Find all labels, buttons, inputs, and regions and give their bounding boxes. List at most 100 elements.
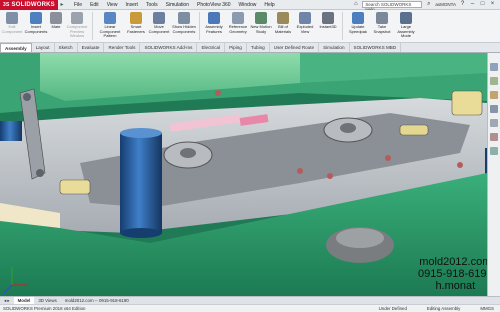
ribbon-button-label: Instant3D <box>319 24 337 29</box>
menu-view[interactable]: View <box>103 2 122 8</box>
ribbon-button-bill-of-materials[interactable]: Bill of Materials <box>272 10 294 42</box>
chevron-right-icon[interactable]: ▸ <box>58 1 66 8</box>
ribbon-button-label: Mate <box>51 24 61 29</box>
exploded-view-icon <box>299 12 311 24</box>
command-tab-bar: Assembly Layout Sketch Evaluate Render Tools… <box>0 43 500 53</box>
minimize-icon[interactable]: – <box>469 1 476 8</box>
slider-core-left <box>180 148 196 158</box>
ribbon-button-reference-geometry[interactable]: Reference Geometry <box>226 10 250 42</box>
ribbon-button-insert-components[interactable]: Insert Components <box>24 10 48 42</box>
reference-geometry-icon <box>232 12 244 24</box>
ribbon-button-label: Large Assembly Mode <box>397 24 415 39</box>
graphics-viewport[interactable] <box>0 53 487 296</box>
menu-simulation[interactable]: Simulation <box>162 2 193 8</box>
ribbon-button-show-hidden-components[interactable]: Show Hidden Components <box>171 10 197 42</box>
units-selector[interactable]: MMGS <box>480 306 494 311</box>
ribbon-button-mate[interactable]: Mate <box>48 10 64 42</box>
screw-head[interactable] <box>297 168 303 174</box>
yellow-cylinder-left[interactable] <box>59 179 91 195</box>
tab-3d-views[interactable]: 3D Views <box>34 298 60 303</box>
nav-arrows-icon[interactable]: ◂ ▸ <box>0 298 14 304</box>
tab-tubing[interactable]: Tubing <box>247 43 270 52</box>
ribbon-button-move-component[interactable]: Move Component <box>147 10 171 42</box>
resources-icon[interactable] <box>490 77 498 85</box>
menu-help[interactable]: Help <box>260 2 278 8</box>
ribbon-button-exploded-view[interactable]: Exploded View <box>294 10 316 42</box>
screw-head[interactable] <box>327 173 333 179</box>
guide-pillar-blue[interactable] <box>120 133 162 233</box>
screw-head[interactable] <box>215 90 221 96</box>
ribbon-button-label: Exploded View <box>296 24 314 34</box>
ribbon-button-label: Reference Geometry <box>228 24 248 34</box>
instant3d-icon <box>322 12 334 24</box>
file-explorer-icon[interactable] <box>490 105 498 113</box>
guide-pillar-left[interactable] <box>0 121 22 141</box>
menu-window[interactable]: Window <box>235 2 261 8</box>
menu-bar: File Edit View Insert Tools Simulation P… <box>70 2 279 8</box>
home-icon[interactable] <box>490 63 498 71</box>
search-input[interactable]: Search SOLIDWORKS Help <box>362 1 423 12</box>
appearances-icon[interactable] <box>490 133 498 141</box>
screw-head[interactable] <box>457 162 463 168</box>
menu-photoview[interactable]: PhotoView 360 <box>193 2 235 8</box>
ribbon-button-linear-component-pattern[interactable]: Linear Component Pattern <box>95 10 125 42</box>
tab-sketch[interactable]: Sketch <box>55 43 78 52</box>
edition-label: SOLIDWORKS Premium 2018 x64 Edition <box>3 306 86 311</box>
design-library-icon[interactable] <box>490 91 498 99</box>
tab-solidworks-add-ins[interactable]: SOLIDWORKS Add-Ins <box>140 43 198 52</box>
yellow-clamp-right[interactable] <box>399 124 429 136</box>
component-preview-window-icon <box>71 12 83 24</box>
ribbon-button-smart-fasteners[interactable]: Smart Fasteners <box>125 10 147 42</box>
tab-user-defined-route[interactable]: User Defined Route <box>270 43 320 52</box>
tab-assembly[interactable]: Assembly <box>0 43 32 52</box>
mold-assembly-model <box>0 53 487 296</box>
watermark-line-1: mold2012.com <box>419 256 492 268</box>
ribbon-button-new-motion-study[interactable]: New Motion Study <box>250 10 272 42</box>
guide-pillar-bottom <box>120 228 162 238</box>
tab-evaluate[interactable]: Evaluate <box>78 43 105 52</box>
user-name[interactable]: asMONTA <box>435 2 456 7</box>
ribbon-button-component-preview-window[interactable]: Component Preview Window <box>64 10 90 42</box>
new-motion-study-icon <box>255 12 267 24</box>
tab-electrical[interactable]: Electrical <box>197 43 226 52</box>
menu-file[interactable]: File <box>70 2 86 8</box>
tab-render-tools[interactable]: Render Tools <box>104 43 141 52</box>
assembly-features-icon <box>208 12 220 24</box>
title-right-area: ⌂ Search SOLIDWORKS Help ⌕ asMONTA ? – □… <box>352 1 500 12</box>
update-speedpak-icon <box>352 12 364 24</box>
ribbon-button-update-speedpak[interactable]: Update Speedpak <box>345 10 371 42</box>
edit-component-icon <box>6 12 18 24</box>
ribbon-button-label: Move Component <box>148 24 170 34</box>
tab-piping[interactable]: Piping <box>225 43 247 52</box>
ribbon-button-label: Take Snapshot <box>373 24 391 34</box>
view-palette-icon[interactable] <box>490 119 498 127</box>
menu-insert[interactable]: Insert <box>121 2 142 8</box>
menu-edit[interactable]: Edit <box>86 2 103 8</box>
ribbon-button-assembly-features[interactable]: Assembly Features <box>202 10 226 42</box>
close-icon[interactable]: × <box>489 1 496 8</box>
menu-tools[interactable]: Tools <box>142 2 162 8</box>
maximize-icon[interactable]: □ <box>479 1 486 8</box>
take-snapshot-icon <box>376 12 388 24</box>
search-icon[interactable]: ⌕ <box>425 1 432 8</box>
guide-pillar-top <box>120 128 162 138</box>
screw-head[interactable] <box>385 155 391 161</box>
custom-properties-icon[interactable] <box>490 147 498 155</box>
ribbon-separator <box>92 12 93 40</box>
tab-simulation[interactable]: Simulation <box>319 43 350 52</box>
ribbon-button-take-snapshot[interactable]: Take Snapshot <box>371 10 393 42</box>
tab-motion-study[interactable]: mold2012.com -- 0915-918-6190 <box>61 298 133 303</box>
solidworks-logo[interactable]: 3S SOLIDWORKS <box>0 0 58 10</box>
home-icon[interactable]: ⌂ <box>352 1 359 8</box>
mate-icon <box>50 12 62 24</box>
tab-solidworks-mbd[interactable]: SOLIDWORKS MBD <box>350 43 402 52</box>
help-icon[interactable]: ? <box>459 1 466 8</box>
lever-pivot <box>23 93 31 101</box>
ribbon-button-label: Edit Component <box>1 24 23 34</box>
tab-layout[interactable]: Layout <box>32 43 55 52</box>
ribbon-button-instant3d[interactable]: Instant3D <box>316 10 340 42</box>
ribbon-button-large-assembly-mode[interactable]: Large Assembly Mode <box>393 10 419 42</box>
lever-pivot-lower <box>36 169 44 177</box>
yellow-cylinder-right[interactable] <box>451 90 483 116</box>
ribbon-button-edit-component[interactable]: Edit Component <box>0 10 24 42</box>
